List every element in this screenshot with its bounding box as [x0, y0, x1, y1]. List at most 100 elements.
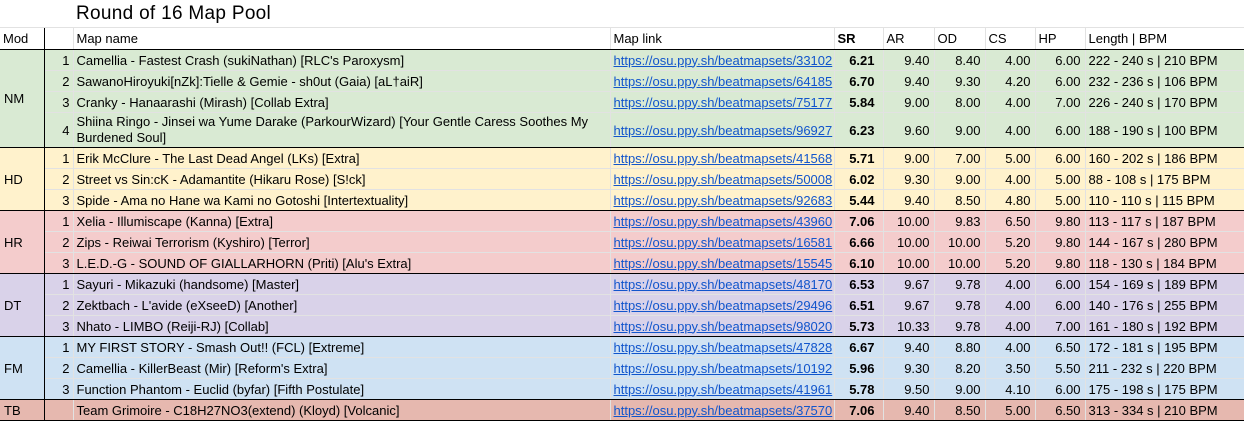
- map-name[interactable]: Function Phantom - Euclid (byfar) [Fifth…: [73, 378, 611, 400]
- length-bpm[interactable]: 226 - 240 s | 170 BPM: [1085, 91, 1244, 113]
- map-link[interactable]: https://osu.ppy.sh/beatmapsets/10192: [610, 357, 835, 379]
- length-bpm[interactable]: 88 - 108 s | 175 BPM: [1085, 168, 1244, 190]
- star-rating[interactable]: 6.02: [834, 168, 884, 190]
- map-link[interactable]: https://osu.ppy.sh/beatmapsets/64185: [610, 70, 835, 92]
- overall-difficulty[interactable]: 10.00: [934, 231, 986, 253]
- approach-rate[interactable]: 9.40: [883, 49, 935, 71]
- approach-rate[interactable]: 10.33: [883, 315, 935, 337]
- map-name[interactable]: Xelia - Illumiscape (Kanna) [Extra]: [73, 210, 611, 232]
- approach-rate[interactable]: 9.40: [883, 189, 935, 211]
- map-number[interactable]: 4: [44, 112, 74, 148]
- length-bpm[interactable]: 161 - 180 s | 192 BPM: [1085, 315, 1244, 337]
- cell[interactable]: [834, 0, 884, 28]
- hp-drain[interactable]: 7.00: [1035, 91, 1086, 113]
- circle-size[interactable]: 4.00: [985, 273, 1036, 295]
- map-number[interactable]: 3: [44, 378, 74, 400]
- star-rating[interactable]: 6.10: [834, 252, 884, 274]
- map-name[interactable]: Zektbach - L'avide (eXseeD) [Another]: [73, 294, 611, 316]
- circle-size[interactable]: 5.20: [985, 231, 1036, 253]
- map-number[interactable]: 3: [44, 315, 74, 337]
- overall-difficulty[interactable]: 10.00: [934, 252, 986, 274]
- overall-difficulty[interactable]: 9.30: [934, 70, 986, 92]
- star-rating[interactable]: 6.66: [834, 231, 884, 253]
- map-link[interactable]: https://osu.ppy.sh/beatmapsets/15545: [610, 252, 835, 274]
- overall-difficulty[interactable]: 8.50: [934, 189, 986, 211]
- star-rating[interactable]: 5.71: [834, 147, 884, 169]
- map-name[interactable]: Cranky - Hanaarashi (Mirash) [Collab Ext…: [73, 91, 611, 113]
- header-length-bpm[interactable]: Length | BPM: [1085, 27, 1244, 50]
- hp-drain[interactable]: 5.00: [1035, 189, 1086, 211]
- circle-size[interactable]: 4.00: [985, 91, 1036, 113]
- map-number[interactable]: [44, 399, 74, 421]
- map-link[interactable]: https://osu.ppy.sh/beatmapsets/16581: [610, 231, 835, 253]
- map-name[interactable]: Sayuri - Mikazuki (handsome) [Master]: [73, 273, 611, 295]
- approach-rate[interactable]: 9.67: [883, 273, 935, 295]
- star-rating[interactable]: 6.53: [834, 273, 884, 295]
- mod-label[interactable]: TB: [0, 399, 45, 421]
- length-bpm[interactable]: 144 - 167 s | 280 BPM: [1085, 231, 1244, 253]
- star-rating[interactable]: 5.84: [834, 91, 884, 113]
- map-number[interactable]: 3: [44, 252, 74, 274]
- map-link[interactable]: https://osu.ppy.sh/beatmapsets/41568: [610, 147, 835, 169]
- hp-drain[interactable]: 5.50: [1035, 357, 1086, 379]
- cell[interactable]: [934, 0, 986, 28]
- hp-drain[interactable]: 6.00: [1035, 294, 1086, 316]
- map-number[interactable]: 1: [44, 273, 74, 295]
- map-name[interactable]: MY FIRST STORY - Smash Out!! (FCL) [Extr…: [73, 336, 611, 358]
- approach-rate[interactable]: 9.40: [883, 399, 935, 421]
- star-rating[interactable]: 5.44: [834, 189, 884, 211]
- approach-rate[interactable]: 9.30: [883, 357, 935, 379]
- hp-drain[interactable]: 5.00: [1035, 168, 1086, 190]
- circle-size[interactable]: 4.00: [985, 294, 1036, 316]
- length-bpm[interactable]: 172 - 181 s | 195 BPM: [1085, 336, 1244, 358]
- circle-size[interactable]: 4.00: [985, 336, 1036, 358]
- map-name[interactable]: SawanoHiroyuki[nZk]:Tielle & Gemie - sh0…: [73, 70, 611, 92]
- map-number[interactable]: 2: [44, 357, 74, 379]
- header-od[interactable]: OD: [934, 27, 986, 50]
- map-name[interactable]: Street vs Sin:cK - Adamantite (Hikaru Ro…: [73, 168, 611, 190]
- star-rating[interactable]: 5.73: [834, 315, 884, 337]
- cell[interactable]: [1035, 0, 1086, 28]
- mod-label[interactable]: HD: [0, 147, 45, 211]
- header-ar[interactable]: AR: [883, 27, 935, 50]
- hp-drain[interactable]: 7.00: [1035, 315, 1086, 337]
- header-cs[interactable]: CS: [985, 27, 1036, 50]
- hp-drain[interactable]: 9.80: [1035, 210, 1086, 232]
- map-link[interactable]: https://osu.ppy.sh/beatmapsets/92683: [610, 189, 835, 211]
- circle-size[interactable]: 4.10: [985, 378, 1036, 400]
- circle-size[interactable]: 4.00: [985, 112, 1036, 148]
- approach-rate[interactable]: 9.40: [883, 336, 935, 358]
- length-bpm[interactable]: 110 - 110 s | 115 BPM: [1085, 189, 1244, 211]
- circle-size[interactable]: 4.20: [985, 70, 1036, 92]
- length-bpm[interactable]: 140 - 176 s | 255 BPM: [1085, 294, 1244, 316]
- map-link[interactable]: https://osu.ppy.sh/beatmapsets/98020: [610, 315, 835, 337]
- header-number[interactable]: [44, 27, 74, 50]
- map-number[interactable]: 3: [44, 189, 74, 211]
- map-number[interactable]: 1: [44, 210, 74, 232]
- map-name[interactable]: Erik McClure - The Last Dead Angel (LKs)…: [73, 147, 611, 169]
- circle-size[interactable]: 4.80: [985, 189, 1036, 211]
- approach-rate[interactable]: 9.60: [883, 112, 935, 148]
- mod-label[interactable]: HR: [0, 210, 45, 274]
- map-link[interactable]: https://osu.ppy.sh/beatmapsets/41961: [610, 378, 835, 400]
- map-link[interactable]: https://osu.ppy.sh/beatmapsets/37570: [610, 399, 835, 421]
- map-number[interactable]: 2: [44, 168, 74, 190]
- map-link[interactable]: https://osu.ppy.sh/beatmapsets/43960: [610, 210, 835, 232]
- approach-rate[interactable]: 9.50: [883, 378, 935, 400]
- star-rating[interactable]: 6.67: [834, 336, 884, 358]
- overall-difficulty[interactable]: 9.83: [934, 210, 986, 232]
- length-bpm[interactable]: 118 - 130 s | 184 BPM: [1085, 252, 1244, 274]
- circle-size[interactable]: 4.00: [985, 315, 1036, 337]
- approach-rate[interactable]: 9.00: [883, 147, 935, 169]
- hp-drain[interactable]: 9.80: [1035, 231, 1086, 253]
- map-link[interactable]: https://osu.ppy.sh/beatmapsets/47828: [610, 336, 835, 358]
- map-link[interactable]: https://osu.ppy.sh/beatmapsets/33102: [610, 49, 835, 71]
- map-name[interactable]: Camellia - KillerBeast (Mir) [Reform's E…: [73, 357, 611, 379]
- length-bpm[interactable]: 154 - 169 s | 189 BPM: [1085, 273, 1244, 295]
- map-name[interactable]: Nhato - LIMBO (Reiji-RJ) [Collab]: [73, 315, 611, 337]
- length-bpm[interactable]: 232 - 236 s | 106 BPM: [1085, 70, 1244, 92]
- cell[interactable]: [0, 0, 44, 28]
- hp-drain[interactable]: 6.00: [1035, 378, 1086, 400]
- approach-rate[interactable]: 9.00: [883, 91, 935, 113]
- map-number[interactable]: 3: [44, 91, 74, 113]
